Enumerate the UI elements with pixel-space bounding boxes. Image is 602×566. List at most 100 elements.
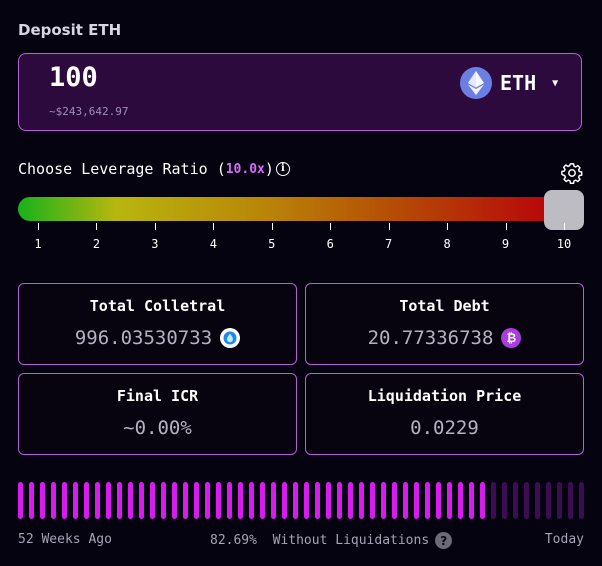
history-bar <box>40 482 45 519</box>
history-bar <box>227 482 232 519</box>
leverage-tick <box>154 223 156 230</box>
history-bar <box>370 482 375 519</box>
liquidation-price-value-row: 0.0229 <box>306 417 583 439</box>
leverage-label-row: Choose Leverage Ratio (10.0x) i <box>18 160 290 178</box>
history-bar <box>337 482 342 519</box>
leverage-tick-label[interactable]: 7 <box>379 237 399 251</box>
history-bar <box>436 482 441 519</box>
token-label: ETH <box>500 71 537 95</box>
history-bar <box>458 482 463 519</box>
history-bar <box>568 482 573 519</box>
deposit-amount-input[interactable]: 100 <box>49 62 98 93</box>
liquidation-price-card: Liquidation Price 0.0229 <box>305 373 584 455</box>
history-bar <box>271 482 276 519</box>
history-bar <box>502 482 507 519</box>
history-bar <box>392 482 397 519</box>
history-bar <box>469 482 474 519</box>
history-percent: 82.69% <box>210 533 257 548</box>
deposit-input-box[interactable]: 100 ~$243,642.97 ETH ▼ <box>18 53 582 131</box>
leverage-label: Choose Leverage Ratio <box>18 160 208 178</box>
page-title: Deposit ETH <box>18 21 122 39</box>
history-bar <box>139 482 144 519</box>
leverage-tick-label[interactable]: 3 <box>145 237 165 251</box>
history-bar <box>480 482 485 519</box>
history-bar <box>84 482 89 519</box>
history-bar <box>95 482 100 519</box>
history-bar <box>524 482 529 519</box>
leverage-tick-label[interactable]: 9 <box>496 237 516 251</box>
history-end-label: Today <box>544 532 584 547</box>
history-bar <box>117 482 122 519</box>
leverage-tick <box>330 223 332 230</box>
total-debt-label: Total Debt <box>399 297 490 315</box>
caret-down-icon[interactable]: ▼ <box>552 78 558 89</box>
history-bar <box>73 482 78 519</box>
history-bar <box>403 482 408 519</box>
leverage-slider-track[interactable] <box>18 197 564 221</box>
history-bar <box>447 482 452 519</box>
leverage-tick-label[interactable]: 8 <box>437 237 457 251</box>
history-bar <box>326 482 331 519</box>
history-bar <box>62 482 67 519</box>
leverage-value: 10.0x <box>225 161 265 177</box>
gear-icon[interactable] <box>561 162 583 184</box>
leverage-tick <box>564 223 565 230</box>
leverage-tick-label[interactable]: 10 <box>554 237 574 251</box>
history-summary: 82.69% Without Liquidations? <box>210 532 453 549</box>
history-bar <box>293 482 298 519</box>
total-debt-card: Total Debt 20.77336738 ₿ <box>305 283 584 365</box>
history-bar <box>205 482 210 519</box>
leverage-tick <box>505 223 507 230</box>
bitcoin-icon: ₿ <box>501 328 522 348</box>
total-collateral-value-row: 996.03530733 <box>19 327 296 349</box>
leverage-tick-label[interactable]: 6 <box>320 237 340 251</box>
deposit-usd-value: ~$243,642.97 <box>49 105 129 118</box>
history-bar <box>282 482 287 519</box>
info-icon[interactable]: i <box>275 162 290 176</box>
total-collateral-card: Total Colletral 996.03530733 <box>18 283 297 365</box>
final-icr-value-row: ~0.00% <box>19 417 296 439</box>
leverage-tick-label[interactable]: 5 <box>262 237 282 251</box>
liquidation-history-bars <box>18 482 584 519</box>
history-bar <box>172 482 177 519</box>
token-selector[interactable]: ETH ▼ <box>460 66 560 100</box>
leverage-tick <box>447 223 449 230</box>
leverage-tick <box>96 223 98 230</box>
history-bar <box>304 482 309 519</box>
leverage-tick <box>38 223 39 230</box>
history-bar <box>106 482 111 519</box>
history-bar <box>414 482 419 519</box>
history-bar <box>238 482 243 519</box>
liquidation-price-label: Liquidation Price <box>367 387 522 405</box>
question-icon[interactable]: ? <box>435 532 453 549</box>
history-description: Without Liquidations <box>272 533 430 548</box>
leverage-tick-label[interactable]: 2 <box>86 237 106 251</box>
leverage-tick-label[interactable]: 1 <box>28 237 48 251</box>
leverage-tick <box>271 223 273 230</box>
leverage-close-paren: ) <box>264 160 274 178</box>
history-bar <box>315 482 320 519</box>
leverage-tick-label[interactable]: 4 <box>203 237 223 251</box>
total-debt-value-row: 20.77336738 ₿ <box>306 327 583 349</box>
history-bar <box>161 482 166 519</box>
history-bar <box>260 482 265 519</box>
history-bar <box>381 482 386 519</box>
history-bar <box>29 482 34 519</box>
leverage-open-paren: ( <box>216 160 226 178</box>
history-bar <box>491 482 496 519</box>
history-bar <box>535 482 540 519</box>
history-bar <box>579 482 584 519</box>
history-bar <box>216 482 221 519</box>
history-bar <box>359 482 364 519</box>
total-debt-value: 20.77336738 <box>367 327 494 349</box>
liquidation-price-value: 0.0229 <box>410 417 479 439</box>
final-icr-value: ~0.00% <box>123 417 192 439</box>
history-bar <box>183 482 188 519</box>
history-bar <box>150 482 155 519</box>
droplet-token-icon <box>220 328 241 348</box>
history-bar <box>557 482 562 519</box>
history-bar <box>348 482 353 519</box>
leverage-tick <box>388 223 390 230</box>
history-bar <box>546 482 551 519</box>
history-bar <box>249 482 254 519</box>
